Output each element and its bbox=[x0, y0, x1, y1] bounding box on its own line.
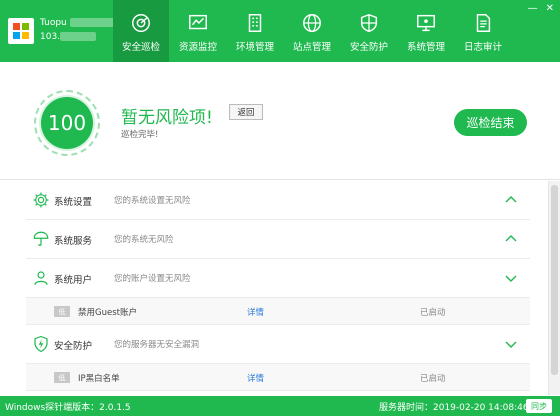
sync-button[interactable]: 同步 bbox=[526, 399, 552, 413]
category-name: 系统设置 bbox=[54, 197, 93, 208]
monitor-icon bbox=[189, 14, 207, 30]
finish-inspection-button[interactable]: 巡检结束 bbox=[454, 109, 527, 136]
category-name: 安全防护 bbox=[54, 341, 93, 352]
gear-icon bbox=[33, 192, 49, 208]
tab-label: 资源监控 bbox=[178, 42, 217, 53]
tab-label: 环境管理 bbox=[235, 42, 274, 53]
tab-label: 安全巡检 bbox=[121, 42, 160, 53]
category-system-users[interactable]: 系统用户 您的账户设置无风险 bbox=[26, 259, 530, 298]
globe-icon bbox=[303, 14, 321, 32]
tab-label: 系统管理 bbox=[406, 42, 445, 53]
tab-environment[interactable]: 环境管理 bbox=[227, 0, 283, 62]
tab-site-management[interactable]: 站点管理 bbox=[284, 0, 340, 62]
app-header: Tuopu 103. 安全巡检 资源监控 环境管理 站点管理 安全防护 系统管理 bbox=[0, 0, 560, 62]
inspection-summary: 100 暂无风险项! 返回 巡检完毕! 巡检结束 bbox=[0, 62, 560, 180]
risk-level-badge: 低 bbox=[54, 306, 70, 317]
shield-icon bbox=[360, 13, 378, 33]
item-name: IP黑白名单 bbox=[78, 374, 120, 384]
item-state: 已启动 bbox=[420, 308, 446, 318]
category-desc: 您的系统设置无风险 bbox=[114, 196, 191, 206]
chevron-down-icon[interactable] bbox=[504, 271, 518, 285]
back-button[interactable]: 返回 bbox=[229, 104, 263, 120]
category-desc: 您的服务器无安全漏洞 bbox=[114, 340, 200, 350]
detail-link[interactable]: 详情 bbox=[247, 372, 264, 384]
server-ip: 103. bbox=[40, 32, 97, 42]
category-system-services[interactable]: 系统服务 您的系统无风险 bbox=[26, 220, 530, 259]
chevron-up-icon[interactable] bbox=[504, 193, 518, 207]
list-item: 低 IP黑白名单 详情 已启动 bbox=[26, 364, 530, 391]
document-icon bbox=[476, 14, 491, 32]
app-name: Tuopu bbox=[40, 18, 118, 28]
windows-logo-icon bbox=[8, 18, 34, 44]
category-name: 系统用户 bbox=[54, 275, 93, 286]
main-nav: 安全巡检 资源监控 环境管理 站点管理 安全防护 系统管理 日志审计 bbox=[113, 0, 512, 62]
tab-label: 日志审计 bbox=[463, 42, 502, 53]
score-ring: 100 bbox=[34, 90, 100, 156]
score-value: 100 bbox=[41, 97, 93, 149]
tab-log-audit[interactable]: 日志审计 bbox=[455, 0, 511, 62]
scrollbar[interactable] bbox=[548, 181, 560, 395]
chevron-down-icon[interactable] bbox=[504, 337, 518, 351]
status-subtitle: 巡检完毕! bbox=[121, 130, 159, 140]
risk-level-badge: 低 bbox=[54, 372, 70, 383]
minimize-icon[interactable]: — bbox=[528, 3, 538, 14]
tab-security-protection[interactable]: 安全防护 bbox=[341, 0, 397, 62]
category-name: 系统服务 bbox=[54, 236, 93, 247]
status-bar: Windows探针端版本：2.0.1.5 服务器时间：2019-02-20 14… bbox=[0, 396, 560, 416]
chevron-up-icon[interactable] bbox=[504, 232, 518, 246]
user-icon bbox=[34, 271, 48, 285]
list-item: 低 禁用Guest账户 详情 已启动 bbox=[26, 298, 530, 325]
item-state: 已启动 bbox=[420, 374, 446, 384]
tab-system-management[interactable]: 系统管理 bbox=[398, 0, 454, 62]
category-desc: 您的账户设置无风险 bbox=[114, 274, 191, 284]
close-icon[interactable]: ✕ bbox=[546, 3, 554, 14]
category-desc: 您的系统无风险 bbox=[114, 235, 174, 245]
computer-icon bbox=[417, 14, 435, 32]
window-controls: — ✕ bbox=[528, 3, 554, 14]
umbrella-icon bbox=[33, 231, 49, 246]
category-security-protection[interactable]: 安全防护 您的服务器无安全漏洞 bbox=[26, 325, 530, 364]
tab-label: 安全防护 bbox=[349, 42, 388, 53]
item-name: 禁用Guest账户 bbox=[78, 308, 137, 318]
category-system-settings[interactable]: 系统设置 您的系统设置无风险 bbox=[26, 181, 530, 220]
server-time: 服务器时间：2019-02-20 14:08:46 bbox=[379, 403, 529, 413]
tab-security-inspection[interactable]: 安全巡检 bbox=[113, 0, 169, 62]
shield-bolt-icon bbox=[34, 335, 48, 353]
results-list: 系统设置 您的系统设置无风险 系统服务 您的系统无风险 系统用户 您的账户设置无… bbox=[0, 181, 548, 395]
detail-link[interactable]: 详情 bbox=[247, 306, 264, 318]
status-title: 暂无风险项! bbox=[121, 108, 213, 128]
scrollbar-thumb[interactable] bbox=[551, 185, 558, 375]
building-icon bbox=[248, 14, 262, 32]
scan-icon bbox=[132, 14, 150, 32]
probe-version: Windows探针端版本：2.0.1.5 bbox=[5, 403, 131, 413]
tab-label: 站点管理 bbox=[292, 42, 331, 53]
tab-resource-monitor[interactable]: 资源监控 bbox=[170, 0, 226, 62]
